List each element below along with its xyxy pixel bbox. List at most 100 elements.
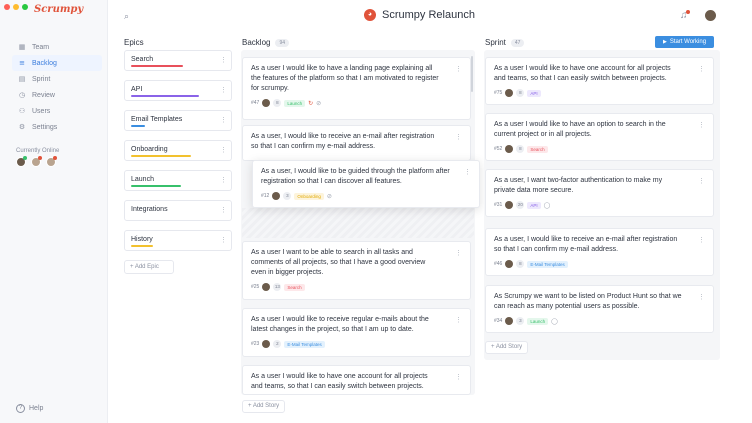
- sidebar-item-review[interactable]: ◷ Review: [16, 87, 102, 103]
- assignee-avatar[interactable]: [505, 260, 514, 268]
- epic-tag[interactable]: Launch: [284, 99, 306, 107]
- backlog-title: Backlog 94: [242, 38, 290, 47]
- more-icon[interactable]: ⋮: [698, 177, 705, 185]
- more-icon[interactable]: ⋮: [220, 206, 227, 214]
- start-working-label: Start Working: [669, 39, 707, 45]
- story-meta: #46 8 E-Mail Templates: [494, 260, 705, 268]
- epic-tag[interactable]: E-Mail Templates: [284, 340, 325, 348]
- epic-progress-bar: [131, 245, 153, 247]
- assignee-avatar[interactable]: [505, 89, 514, 97]
- epic-tag[interactable]: API: [527, 89, 541, 97]
- more-icon[interactable]: ⋮: [464, 168, 471, 176]
- story-text: As a user I would like to have one accou…: [251, 373, 428, 390]
- story-id: #47: [251, 100, 260, 106]
- user-avatar[interactable]: [704, 9, 717, 22]
- sidebar-item-users[interactable]: ⚇ Users: [16, 103, 102, 119]
- avatar[interactable]: [46, 156, 57, 167]
- assignee-avatar[interactable]: [505, 201, 514, 209]
- epic-item[interactable]: Launch ⋮: [124, 170, 232, 191]
- online-avatars: [16, 156, 57, 167]
- sidebar-item-sprint[interactable]: ▤ Sprint: [16, 71, 102, 87]
- epic-item[interactable]: API ⋮: [124, 80, 232, 101]
- epic-progress-bar: [131, 65, 183, 67]
- add-story-button[interactable]: + Add Story: [242, 400, 286, 413]
- sprint-title: Sprint 47: [485, 38, 525, 47]
- more-icon[interactable]: ⋮: [698, 65, 705, 73]
- more-icon[interactable]: ⋮: [455, 316, 462, 324]
- epic-tag[interactable]: Search: [527, 145, 548, 153]
- more-icon[interactable]: ⋮: [455, 65, 462, 73]
- story-card[interactable]: As a user, I would like to receive an e-…: [485, 228, 714, 276]
- backlog-title-text: Backlog: [242, 38, 271, 47]
- start-working-button[interactable]: ▶ Start Working: [655, 36, 714, 48]
- minimize-window-button[interactable]: [13, 4, 19, 10]
- story-points: 2: [273, 340, 282, 348]
- story-card[interactable]: As a user, I would like to receive an e-…: [242, 125, 471, 161]
- attachment-icon: ⊘: [326, 193, 332, 200]
- epic-progress-bar: [131, 95, 199, 97]
- epic-item[interactable]: Search ⋮: [124, 50, 232, 71]
- story-text: As a user I want to be able to search in…: [251, 249, 426, 276]
- epic-tag[interactable]: API: [527, 201, 541, 209]
- story-card[interactable]: As a user I would like to receive regula…: [242, 308, 471, 357]
- story-text: As a user I would like to receive regula…: [251, 316, 429, 333]
- story-text: As a user I would like to have an option…: [494, 121, 666, 138]
- more-icon[interactable]: ⋮: [698, 121, 705, 129]
- search-icon[interactable]: ⌕: [124, 11, 129, 22]
- more-icon[interactable]: ⋮: [455, 249, 462, 257]
- notifications-button[interactable]: ♫: [680, 10, 690, 21]
- story-text: As a user I would like to have a landing…: [251, 65, 439, 92]
- assignee-avatar[interactable]: [262, 283, 271, 291]
- avatar[interactable]: [16, 156, 27, 167]
- scrollbar[interactable]: [471, 56, 473, 92]
- assignee-avatar[interactable]: [272, 192, 281, 200]
- more-icon[interactable]: ⋮: [220, 56, 227, 64]
- add-story-button[interactable]: + Add Story: [485, 341, 529, 354]
- epic-item[interactable]: Onboarding ⋮: [124, 140, 232, 161]
- story-text: As a user, I would like to be guided thr…: [261, 168, 450, 185]
- more-icon[interactable]: ⋮: [698, 293, 705, 301]
- epic-item[interactable]: Integrations ⋮: [124, 200, 232, 221]
- story-card[interactable]: As a user I want to be able to search in…: [242, 241, 471, 300]
- dragged-story-card[interactable]: As a user, I would like to be guided thr…: [252, 160, 480, 208]
- story-text: As a user, I want two-factor authenticat…: [494, 177, 663, 194]
- more-icon[interactable]: ⋮: [220, 116, 227, 124]
- story-card[interactable]: As a user I would like to have a landing…: [242, 57, 471, 120]
- maximize-window-button[interactable]: [22, 4, 28, 10]
- story-card[interactable]: As a user I would like to have one accou…: [485, 57, 714, 105]
- assignee-avatar[interactable]: [505, 145, 514, 153]
- notification-badge: [685, 10, 690, 14]
- epic-tag[interactable]: Search: [284, 283, 305, 291]
- more-icon[interactable]: ⋮: [698, 236, 705, 244]
- epic-item[interactable]: History ⋮: [124, 230, 232, 251]
- app-logo[interactable]: Scrumpy: [34, 4, 83, 15]
- more-icon[interactable]: ⋮: [220, 176, 227, 184]
- assignee-avatar[interactable]: [505, 317, 514, 325]
- assignee-avatar[interactable]: [262, 99, 271, 107]
- story-card[interactable]: As a user I would like to have an option…: [485, 113, 714, 161]
- story-card[interactable]: As a user I would like to have one accou…: [242, 365, 471, 395]
- epic-tag[interactable]: Onboarding: [294, 192, 324, 200]
- help-link[interactable]: ? Help: [16, 404, 43, 413]
- epic-tag[interactable]: E-Mail Templates: [527, 260, 568, 268]
- online-label: Currently Online: [16, 148, 60, 154]
- assignee-avatar[interactable]: [262, 340, 271, 348]
- add-epic-button[interactable]: + Add Epic: [124, 260, 174, 274]
- more-icon[interactable]: ⋮: [220, 86, 227, 94]
- more-icon[interactable]: ⋮: [220, 146, 227, 154]
- more-icon[interactable]: ⋮: [455, 133, 462, 141]
- users-icon: ⚇: [18, 107, 26, 115]
- close-window-button[interactable]: [4, 4, 10, 10]
- epic-item[interactable]: Email Templates ⋮: [124, 110, 232, 131]
- story-card[interactable]: As a user, I want two-factor authenticat…: [485, 169, 714, 217]
- more-icon[interactable]: ⋮: [220, 236, 227, 244]
- sidebar-item-settings[interactable]: ⚙ Settings: [16, 119, 102, 135]
- sidebar-item-team[interactable]: ▦ Team: [16, 39, 102, 55]
- sidebar-item-label: Backlog: [32, 59, 57, 67]
- window-controls: [4, 4, 28, 10]
- avatar[interactable]: [31, 156, 42, 167]
- sidebar-item-backlog[interactable]: ≡ Backlog: [12, 55, 102, 71]
- epic-tag[interactable]: Launch: [527, 317, 549, 325]
- more-icon[interactable]: ⋮: [455, 373, 462, 381]
- story-card[interactable]: As Scrumpy we want to be listed on Produ…: [485, 285, 714, 333]
